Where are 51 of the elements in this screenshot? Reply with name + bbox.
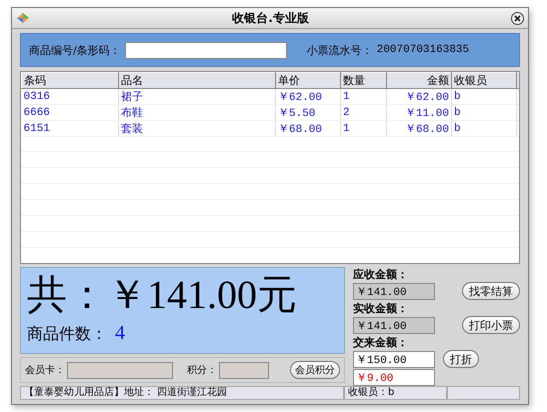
total-amount: 共：￥141.00元 [27, 271, 298, 319]
column-header[interactable]: 数量 [340, 72, 386, 88]
column-header[interactable]: 金额 [386, 72, 452, 88]
points-field[interactable] [219, 362, 269, 378]
action-button[interactable]: 找零结算 [462, 282, 520, 300]
table-cell: 套装 [118, 120, 276, 136]
amount-label: 交来金额： [353, 335, 409, 350]
table-cell: ￥62.00 [276, 88, 340, 104]
barcode-field[interactable] [124, 42, 287, 58]
table-cell: 裙子 [118, 88, 276, 104]
action-button[interactable]: 打折 [443, 350, 479, 368]
table-cell: ￥68.00 [386, 120, 452, 136]
member-points-button[interactable]: 会员积分 [290, 361, 340, 379]
column-header[interactable]: 条码 [22, 72, 118, 88]
column-header[interactable]: 收银员 [452, 72, 516, 88]
barcode-label: 商品编号/条形码： [29, 42, 121, 58]
item-count: 4 [115, 322, 125, 345]
amount-label: 实收金额： [353, 301, 409, 316]
member-card-label: 会员卡： [25, 364, 65, 377]
item-count-label: 商品件数： [27, 324, 107, 345]
column-header[interactable]: 单价 [276, 72, 340, 88]
table-cell: ￥5.50 [276, 104, 340, 120]
table-cell: ￥68.00 [276, 120, 340, 136]
action-button[interactable]: 打印小票 [462, 316, 520, 334]
amount-field[interactable]: ￥141.00 [353, 316, 435, 334]
ticket-number: 20070703163835 [376, 44, 470, 56]
change-amount-field[interactable]: ￥9.00 [353, 369, 435, 386]
table-cell: 1 [340, 88, 386, 104]
close-icon[interactable] [511, 12, 524, 24]
table-cell: 1 [340, 120, 386, 136]
table-cell: 2 [340, 104, 386, 120]
table-cell: b [452, 88, 516, 104]
column-header[interactable]: 品名 [118, 72, 276, 88]
table-cell: 0316 [22, 88, 118, 104]
table-cell: ￥62.00 [386, 88, 452, 104]
points-label: 积分： [187, 364, 217, 377]
amount-label: 应收金额： [353, 267, 409, 282]
table-cell: b [452, 104, 516, 120]
status-text: 【童泰婴幼儿用品店】地址： 四道街谨江花园 [20, 386, 344, 400]
amount-field[interactable]: ￥141.00 [353, 282, 435, 300]
table-cell: 6666 [22, 104, 118, 120]
table-cell: ￥11.00 [386, 104, 452, 120]
table-cell: 6151 [22, 120, 118, 136]
member-card-field[interactable] [67, 362, 173, 378]
paid-amount-field[interactable]: ￥150.00 [353, 350, 435, 368]
table-cell: 布鞋 [118, 104, 276, 120]
table-cell: b [452, 120, 516, 136]
app-icon [16, 12, 30, 24]
ticket-number-label: 小票流水号： [306, 42, 373, 58]
window-title: 收银台.专业版 [232, 10, 309, 26]
status-text: 收银员：b [344, 386, 447, 400]
